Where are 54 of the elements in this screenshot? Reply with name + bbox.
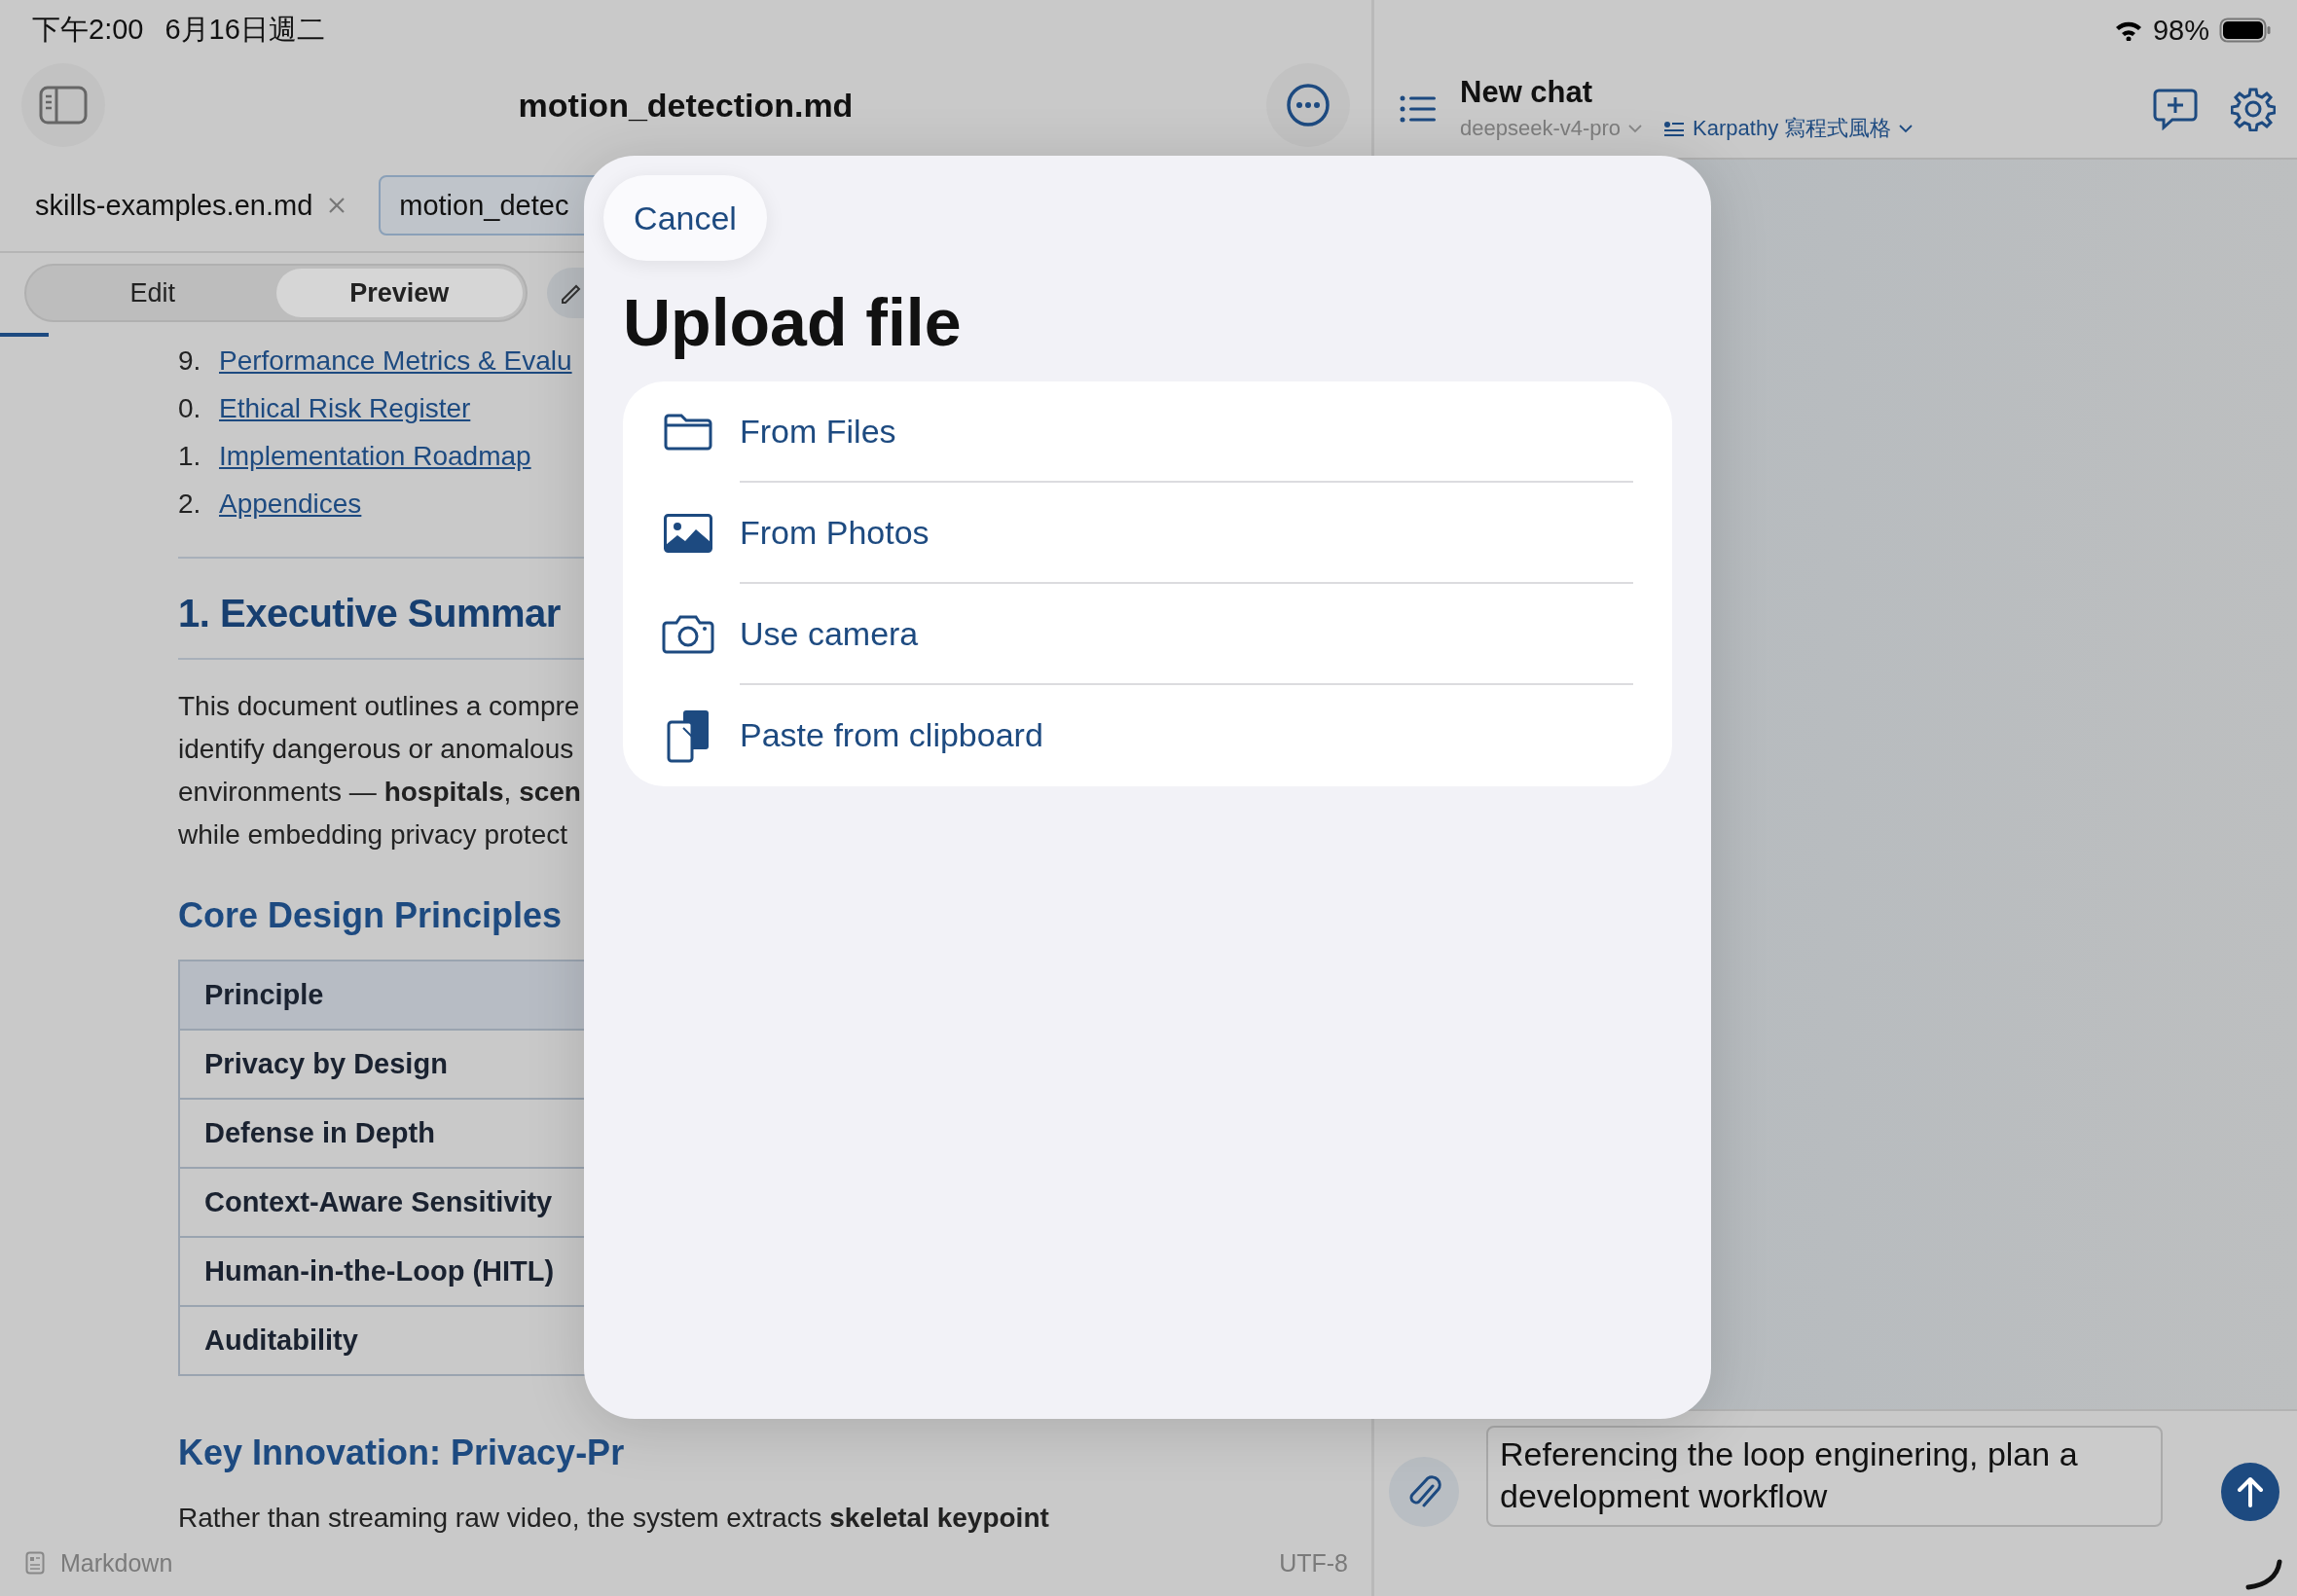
sidebar-icon bbox=[39, 86, 88, 125]
list-number: 9. bbox=[178, 345, 202, 377]
table-cell-text: Auditability bbox=[203, 1324, 358, 1357]
camera-icon bbox=[662, 614, 714, 655]
upload-option[interactable]: From Photos bbox=[662, 483, 1672, 584]
table-cell-text: Context-Aware Sensitivity bbox=[203, 1186, 553, 1218]
resize-handle-icon[interactable] bbox=[2244, 1559, 2283, 1590]
subsection-heading: Key Innovation: Privacy-Pr bbox=[178, 1432, 625, 1474]
paragraph: This document outlines a compre identify dangerous or anomalous environments — hospitals, scen while embedding privacy protect bbox=[178, 690, 581, 852]
battery-icon bbox=[2219, 18, 2272, 43]
settings-icon[interactable] bbox=[2231, 87, 2276, 131]
language-label: Markdown bbox=[60, 1548, 173, 1578]
toc-link[interactable]: Appendices bbox=[219, 488, 362, 520]
list-number: 1. bbox=[178, 440, 202, 472]
message-field[interactable]: Referencing the loop enginering, plan a development workflow bbox=[1486, 1426, 2163, 1527]
send-button[interactable] bbox=[2221, 1463, 2279, 1521]
chevron-down-icon bbox=[1899, 124, 1914, 133]
status-time: 下午2:00 bbox=[32, 13, 144, 47]
mode-tab[interactable]: Preview bbox=[275, 269, 523, 317]
list-number: 0. bbox=[178, 392, 202, 424]
list-icon[interactable] bbox=[1400, 94, 1437, 124]
paragraph: Rather than streaming raw video, the system extracts skeletal keypoint bbox=[178, 1502, 1049, 1535]
list-number: 2. bbox=[178, 488, 202, 520]
mode-tab[interactable]: Edit bbox=[29, 269, 276, 317]
image-icon bbox=[662, 513, 714, 554]
new-chat-icon[interactable] bbox=[2153, 88, 2198, 130]
table-header-cell-text: Principle bbox=[203, 979, 324, 1011]
more-icon bbox=[1286, 83, 1331, 127]
chat-title: New chat bbox=[1460, 75, 1594, 110]
table-cell-text: Human-in-the-Loop (HITL) bbox=[203, 1255, 555, 1288]
style-selector[interactable]: Karpathy 寫程式風格 bbox=[1663, 114, 1914, 143]
status-date: 6月16日週二 bbox=[164, 13, 325, 47]
battery-percent: 98% bbox=[2152, 14, 2209, 47]
upload-option[interactable]: From Files bbox=[662, 381, 1672, 483]
section-heading: 1. Executive Summar bbox=[178, 590, 561, 636]
subsection-heading: Core Design Principles bbox=[178, 894, 563, 937]
arrow-up-icon bbox=[2236, 1475, 2265, 1508]
style-icon bbox=[1663, 120, 1686, 137]
table-cell-text: Privacy by Design bbox=[203, 1048, 448, 1080]
toc-link[interactable]: Performance Metrics & Evalu bbox=[219, 345, 572, 377]
close-icon[interactable] bbox=[328, 197, 346, 214]
upload-option[interactable]: Use camera bbox=[662, 584, 1672, 685]
table-cell-text: Defense in Depth bbox=[203, 1117, 435, 1149]
chevron-down-icon bbox=[1628, 124, 1643, 133]
encoding-label: UTF-8 bbox=[1279, 1548, 1348, 1578]
document-title: motion_detection.md bbox=[518, 86, 854, 125]
folder-icon bbox=[662, 413, 714, 452]
upload-option[interactable]: Paste from clipboard bbox=[662, 685, 1672, 786]
file-tab[interactable]: skills-examples.en.md bbox=[35, 177, 364, 234]
toc-link[interactable]: Implementation Roadmap bbox=[219, 440, 531, 472]
sheet-title: Upload file bbox=[623, 284, 963, 361]
toc-link[interactable]: Ethical Risk Register bbox=[219, 392, 471, 424]
document-icon bbox=[25, 1551, 45, 1575]
cancel-button[interactable]: Cancel bbox=[603, 175, 767, 261]
